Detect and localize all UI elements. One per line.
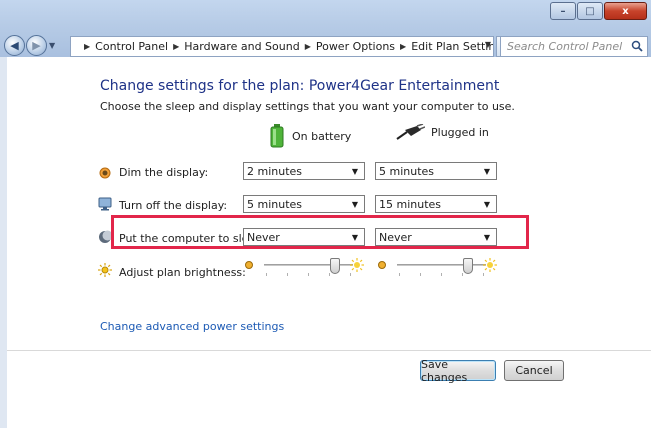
turn-off-display-plugged-in-select[interactable]: 15 minutes ▼: [375, 195, 497, 213]
slider-thumb[interactable]: [463, 258, 474, 274]
search-icon[interactable]: [631, 40, 643, 52]
turn-off-display-on-battery-select[interactable]: 5 minutes ▼: [243, 195, 365, 213]
column-header-on-battery: On battery: [270, 124, 351, 148]
breadcrumb-control-panel[interactable]: Control Panel: [95, 40, 168, 53]
address-dropdown-icon[interactable]: ▼: [485, 40, 491, 49]
select-value: 5 minutes: [247, 197, 303, 211]
select-value: 5 minutes: [379, 164, 435, 178]
brightness-sun-icon: [98, 263, 112, 277]
dim-sun-icon: [378, 261, 386, 269]
slider-thumb[interactable]: [330, 258, 341, 274]
page-subtitle: Choose the sleep and display settings th…: [100, 100, 515, 113]
dim-sun-icon: [245, 261, 253, 269]
brightness-plugged-in-slider[interactable]: [377, 258, 497, 276]
slider-ticks: [399, 273, 484, 276]
slider-ticks: [266, 273, 351, 276]
select-value: 15 minutes: [379, 197, 442, 211]
setting-label-dim-display: Dim the display:: [119, 166, 209, 179]
dim-display-plugged-in-select[interactable]: 5 minutes ▼: [375, 162, 497, 180]
change-advanced-power-settings-link[interactable]: Change advanced power settings: [100, 320, 284, 333]
recent-pages-dropdown-icon[interactable]: ▼: [49, 41, 55, 50]
forward-button[interactable]: ▶: [26, 35, 47, 56]
chevron-down-icon: ▼: [351, 167, 358, 176]
window-controls: – □ x: [549, 2, 647, 20]
search-placeholder: Search Control Panel: [507, 40, 623, 53]
address-bar[interactable]: ▶ Control Panel ▶ Hardware and Sound ▶ P…: [70, 36, 494, 57]
breadcrumb-power-options[interactable]: Power Options: [316, 40, 395, 53]
back-button[interactable]: ◀: [4, 35, 25, 56]
bright-sun-icon: [483, 258, 497, 272]
navigation-bar: ◀ ▶ ▼ ▶ Control Panel ▶ Hardware and Sou…: [0, 34, 651, 57]
close-button[interactable]: x: [604, 2, 647, 20]
maximize-button[interactable]: □: [577, 2, 603, 20]
breadcrumb-separator-icon: ▶: [84, 42, 91, 51]
save-changes-button[interactable]: Save changes: [420, 358, 496, 384]
power-plug-icon: [396, 124, 425, 140]
minimize-button[interactable]: –: [550, 2, 576, 20]
page-title: Change settings for the plan: Power4Gear…: [100, 78, 500, 94]
breadcrumb-edit-plan-settings[interactable]: Edit Plan Settings: [411, 40, 493, 53]
breadcrumb-separator-icon: ▶: [304, 42, 311, 51]
footer-divider: [7, 350, 651, 351]
select-value: 2 minutes: [247, 164, 303, 178]
breadcrumb-hardware-and-sound[interactable]: Hardware and Sound: [184, 40, 299, 53]
setting-label-brightness: Adjust plan brightness:: [119, 266, 246, 279]
column-header-plugged-in: Plugged in: [395, 124, 489, 140]
setting-label-turn-off-display: Turn off the display:: [119, 199, 228, 212]
chevron-down-icon: ▼: [483, 167, 490, 176]
dim-display-icon: [99, 167, 111, 179]
sleep-row-highlight-box: [111, 215, 529, 249]
column-label-plugged-in: Plugged in: [431, 125, 489, 139]
bright-sun-icon: [350, 258, 364, 272]
breadcrumb-separator-icon: ▶: [400, 42, 407, 51]
window-titlebar: – □ x ◀ ▶ ▼ ▶ Control Panel ▶ Hardware a…: [0, 0, 651, 57]
brightness-on-battery-slider[interactable]: [244, 258, 364, 276]
monitor-icon: [98, 197, 112, 211]
breadcrumb-separator-icon: ▶: [173, 42, 180, 51]
chevron-down-icon: ▼: [351, 200, 358, 209]
chevron-down-icon: ▼: [483, 200, 490, 209]
column-label-on-battery: On battery: [292, 129, 352, 143]
dim-display-on-battery-select[interactable]: 2 minutes ▼: [243, 162, 365, 180]
cancel-button[interactable]: Cancel: [504, 360, 564, 381]
battery-icon: [270, 124, 284, 148]
sleep-moon-icon: [99, 230, 112, 243]
left-pane-edge: [0, 57, 7, 428]
search-input[interactable]: Search Control Panel: [500, 36, 648, 57]
